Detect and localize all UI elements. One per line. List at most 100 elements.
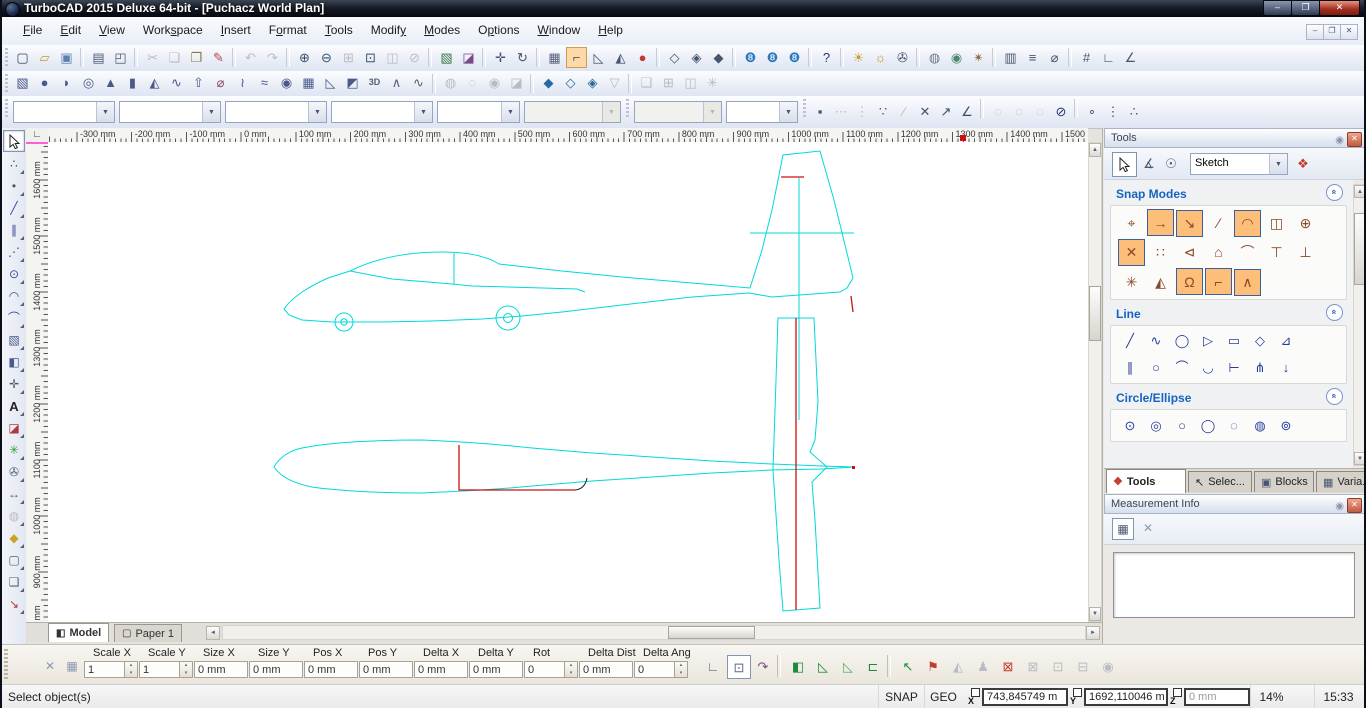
balloon-tool-button[interactable]: ◍: [4, 506, 24, 526]
select-tool-button[interactable]: [3, 130, 25, 152]
field-input[interactable]: 0 mm: [579, 661, 633, 678]
arc-3d-button[interactable]: ∧: [386, 72, 407, 93]
facet-display-button[interactable]: ⊏: [862, 655, 884, 677]
box-tool-tool-button[interactable]: ▧: [4, 330, 24, 350]
text-tool-button[interactable]: A: [4, 396, 24, 416]
geo-toggle-status[interactable]: GEO: [924, 685, 962, 708]
side-view-fuselage[interactable]: [284, 151, 853, 322]
horizontal-scrollbar[interactable]: [222, 625, 1086, 640]
line-perpendicular-from-button[interactable]: ⊢: [1222, 356, 1246, 380]
circle-ref-a-button[interactable]: ◌: [988, 101, 1008, 121]
snap-angle-tool-button[interactable]: ∡: [1138, 152, 1160, 174]
snap-toggle-status[interactable]: SNAP: [878, 685, 924, 708]
snap-modes-tool-tool-button[interactable]: ✳: [4, 440, 24, 460]
snap-magnetic-button[interactable]: Ω: [1176, 268, 1203, 295]
snap-slope-button[interactable]: ∠: [957, 101, 977, 121]
hscroll-left-button[interactable]: ◄: [206, 626, 220, 640]
field-input[interactable]: 0 mm: [414, 661, 468, 678]
open-button[interactable]: ▱: [34, 47, 55, 68]
toolbar-grip[interactable]: [5, 48, 8, 67]
extrude-button[interactable]: ⇧: [188, 72, 209, 93]
snap-mouse-button[interactable]: ⌖: [1118, 210, 1145, 237]
whats-this-help-button[interactable]: ?: [816, 47, 837, 68]
inspector-close-button[interactable]: ✕: [40, 656, 60, 676]
field-input[interactable]: 0 mm: [249, 661, 303, 678]
inspector-history-button[interactable]: ↷: [752, 655, 774, 677]
quality-render-button[interactable]: ◆: [708, 47, 729, 68]
spline-3d-button[interactable]: ∿: [408, 72, 429, 93]
menu-workspace[interactable]: Workspace: [134, 17, 212, 44]
mode-c-button[interactable]: ⊟: [1072, 655, 1094, 677]
workplane-cp-button[interactable]: ◺: [837, 655, 859, 677]
materials-button[interactable]: ◍: [924, 47, 945, 68]
circle-ref-b-button[interactable]: ◌: [1009, 101, 1029, 121]
dropdown-icon[interactable]: ▼: [602, 102, 620, 122]
lights-button[interactable]: ☀: [848, 47, 869, 68]
main-wheel-hub[interactable]: [504, 314, 513, 323]
angle-lock-button[interactable]: ∠: [1120, 47, 1141, 68]
snap-indicator-button[interactable]: ▪: [810, 101, 830, 121]
layer-combo[interactable]: ▼: [437, 101, 520, 123]
insert-picture-button[interactable]: ▧: [436, 47, 457, 68]
menu-insert[interactable]: Insert: [212, 17, 260, 44]
line-perpendicular-button[interactable]: ⊿: [1274, 329, 1298, 353]
redraw-button[interactable]: ↻: [512, 47, 533, 68]
menu-window[interactable]: Window: [529, 17, 590, 44]
line-style-combo[interactable]: ▼: [225, 101, 327, 123]
ellipse-button[interactable]: ⊚: [1274, 414, 1298, 438]
sun-study-button[interactable]: ☼: [870, 47, 891, 68]
design-director-button[interactable]: ▥: [1000, 47, 1021, 68]
snap-apparent-int-button[interactable]: ◭: [1147, 269, 1174, 296]
vertical-scroll-thumb[interactable]: [1089, 286, 1101, 341]
line-tool-button[interactable]: ╱: [4, 198, 24, 218]
snap-face-button[interactable]: ⌂: [1205, 239, 1232, 266]
style-manager-button[interactable]: ❖: [1292, 152, 1314, 174]
redo-button[interactable]: ↷: [262, 47, 283, 68]
grid-toggle-button[interactable]: ▦: [544, 47, 565, 68]
vertical-scrollbar[interactable]: ▲ ▼: [1088, 142, 1102, 622]
toolbar-grip[interactable]: [5, 74, 8, 93]
menu-options[interactable]: Options: [469, 17, 528, 44]
loft-button[interactable]: ≈: [254, 72, 275, 93]
scroll-down-button[interactable]: ▼: [1089, 607, 1101, 621]
workplane-3-points-button[interactable]: ◺: [588, 47, 609, 68]
dimension-tool-button[interactable]: ↔: [4, 484, 24, 504]
line-polygon-button[interactable]: ◯: [1170, 329, 1194, 353]
paste-button[interactable]: ❐: [186, 47, 207, 68]
ruler-origin-button[interactable]: ∟: [26, 128, 49, 143]
field-input[interactable]: 0▴▾: [634, 661, 688, 678]
pattern-combo[interactable]: ▼: [524, 101, 621, 123]
circle-3-point-button[interactable]: ◯: [1196, 414, 1220, 438]
render-viewport-button[interactable]: ❽: [784, 47, 805, 68]
slab-button[interactable]: ◩: [342, 72, 363, 93]
slice-button[interactable]: ◪: [506, 72, 527, 93]
zoom-previous-button[interactable]: ⊘: [404, 47, 425, 68]
mirror-copy-button[interactable]: ◫: [680, 72, 701, 93]
inspector-anchor-button[interactable]: ∟: [702, 655, 724, 677]
field-input[interactable]: 0▴▾: [524, 661, 578, 678]
spin-down-icon[interactable]: ▾: [565, 670, 577, 678]
boolean-union-button[interactable]: ◍: [440, 72, 461, 93]
boolean-intersect-button[interactable]: ◉: [484, 72, 505, 93]
spinner[interactable]: ▴▾: [674, 662, 687, 677]
palette-scrollbar[interactable]: ▲ ▼: [1353, 184, 1366, 466]
snap-ortho-button[interactable]: ⌐: [1205, 268, 1232, 295]
hatch-style-combo[interactable]: ▼: [634, 101, 722, 123]
side-view-canopy-bottom[interactable]: [350, 271, 585, 292]
wireframe-button[interactable]: ◇: [664, 47, 685, 68]
menu-modes[interactable]: Modes: [415, 17, 469, 44]
duplicate-tool-button[interactable]: ❏: [4, 572, 24, 592]
new-button[interactable]: ▢: [12, 47, 33, 68]
spin-up-icon[interactable]: ▴: [565, 662, 577, 670]
palette-tab-varia[interactable]: ▦Varia...: [1316, 471, 1366, 492]
undo-button[interactable]: ↶: [240, 47, 261, 68]
menu-help[interactable]: Help: [589, 17, 632, 44]
properties-button[interactable]: ≡: [1022, 47, 1043, 68]
facet-delete-button[interactable]: ▽: [604, 72, 625, 93]
z-coordinate-field[interactable]: 0 mm: [1184, 688, 1250, 706]
hidden-line-button[interactable]: ◈: [686, 47, 707, 68]
arc-tool-button[interactable]: ◠: [4, 286, 24, 306]
minimize-button[interactable]: –: [1263, 0, 1292, 16]
inspector-coord-system-button[interactable]: ⊡: [727, 655, 751, 679]
menu-format[interactable]: Format: [260, 17, 316, 44]
